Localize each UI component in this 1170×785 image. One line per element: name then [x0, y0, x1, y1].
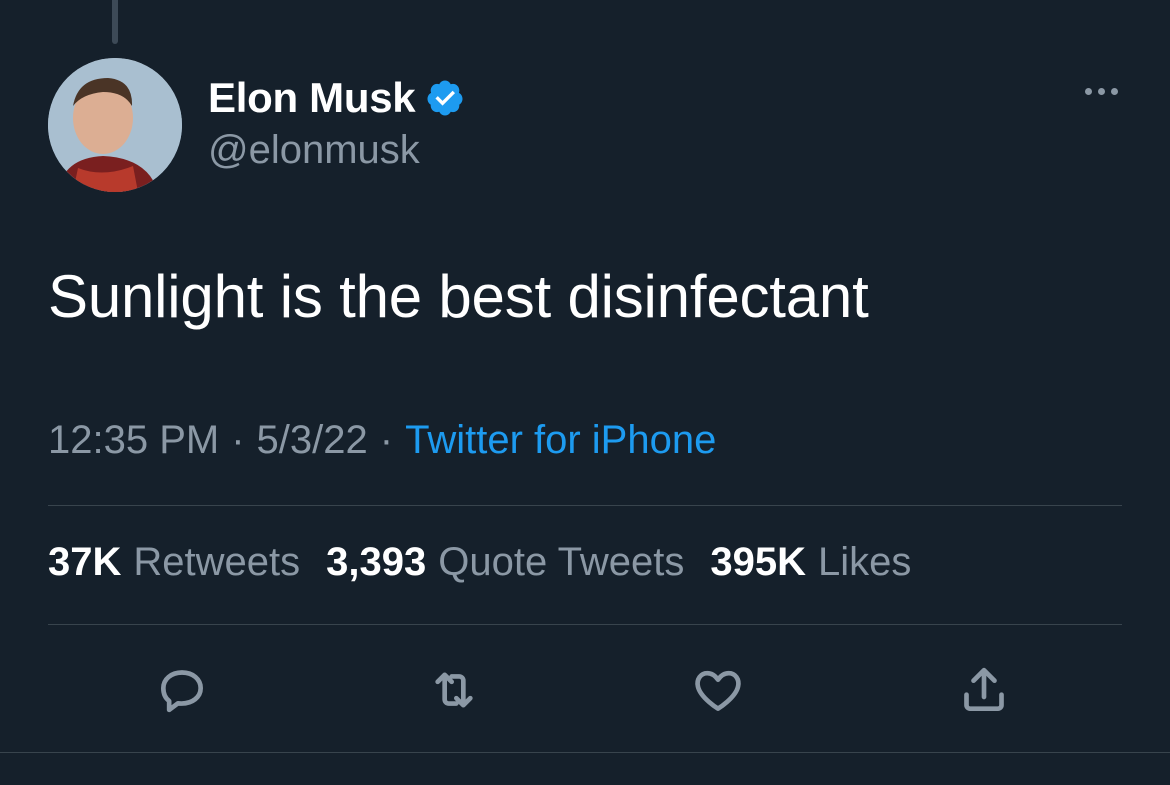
more-dot	[1098, 88, 1105, 95]
likes-stat[interactable]: 395K Likes	[710, 540, 911, 585]
more-dot	[1085, 88, 1092, 95]
avatar-image	[48, 58, 182, 192]
more-dot	[1111, 88, 1118, 95]
share-icon	[964, 667, 1004, 711]
retweets-count: 37K	[48, 540, 122, 584]
author-name-row: Elon Musk	[208, 74, 465, 122]
share-button[interactable]	[954, 660, 1014, 720]
retweet-icon	[435, 672, 473, 708]
author-handle[interactable]: @elonmusk	[208, 128, 420, 173]
author-name[interactable]: Elon Musk	[208, 74, 416, 122]
likes-label: Likes	[817, 540, 912, 584]
tweet-actions	[0, 660, 1170, 724]
reply-button[interactable]	[152, 660, 212, 720]
tweet-meta: 12:35 PM · 5/3/22 · Twitter for iPhone	[48, 418, 716, 463]
like-button[interactable]	[688, 660, 748, 720]
retweets-stat[interactable]: 37K Retweets	[48, 540, 300, 585]
verified-badge-icon	[427, 80, 463, 116]
tweet-date[interactable]: 5/3/22	[257, 418, 368, 463]
tweet-source-link[interactable]: Twitter for iPhone	[405, 418, 716, 463]
quote-tweets-label: Quote Tweets	[438, 540, 685, 584]
tweet-time[interactable]: 12:35 PM	[48, 418, 219, 463]
thread-connector-line	[112, 0, 118, 44]
reply-icon	[161, 670, 204, 713]
divider	[48, 624, 1122, 625]
retweet-button[interactable]	[424, 660, 484, 720]
quote-tweets-stat[interactable]: 3,393 Quote Tweets	[326, 540, 684, 585]
likes-count: 395K	[710, 540, 806, 584]
quote-tweets-count: 3,393	[326, 540, 427, 584]
tweet-stats: 37K Retweets 3,393 Quote Tweets 395K Likes	[48, 540, 911, 585]
more-options-icon[interactable]	[1085, 88, 1118, 95]
tweet-text: Sunlight is the best disinfectant	[48, 263, 869, 330]
heart-icon	[695, 670, 741, 711]
meta-separator: ·	[231, 418, 245, 462]
bottom-divider	[0, 752, 1170, 753]
avatar[interactable]	[48, 58, 182, 192]
retweets-label: Retweets	[133, 540, 301, 584]
meta-separator: ·	[379, 418, 394, 462]
divider	[48, 505, 1122, 506]
